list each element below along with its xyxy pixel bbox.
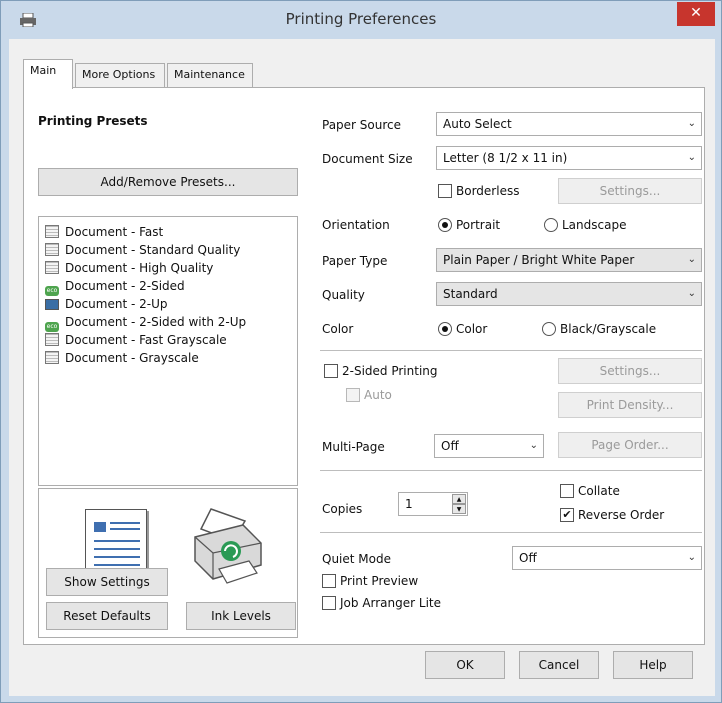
document-size-label: Document Size: [322, 152, 413, 166]
two-up-icon: [45, 299, 59, 310]
presets-list[interactable]: Document - Fast Document - Standard Qual…: [38, 216, 298, 486]
auto-checkbox[interactable]: [346, 388, 360, 402]
landscape-label: Landscape: [562, 218, 627, 232]
show-settings-button[interactable]: Show Settings: [46, 568, 168, 596]
document-size-select[interactable]: Letter (8 1/2 x 11 in) ⌄: [436, 146, 702, 170]
copies-label: Copies: [322, 502, 363, 516]
tab-more-options[interactable]: More Options: [75, 63, 165, 87]
print-density-button[interactable]: Print Density...: [558, 392, 702, 418]
window-title: Printing Preferences: [285, 10, 437, 28]
chevron-up-icon[interactable]: ▲: [452, 494, 466, 504]
multi-page-select[interactable]: Off ⌄: [434, 434, 544, 458]
eco-icon: eco: [45, 322, 59, 332]
tab-main[interactable]: Main: [23, 59, 73, 89]
help-button[interactable]: Help: [613, 651, 693, 679]
reset-defaults-button[interactable]: Reset Defaults: [46, 602, 168, 630]
job-arranger-lite-checkbox[interactable]: [322, 596, 336, 610]
list-item[interactable]: eco Document - 2-Sided with 2-Up: [45, 315, 246, 333]
landscape-radio[interactable]: [544, 218, 558, 232]
chevron-down-icon[interactable]: ▼: [452, 504, 466, 514]
borderless-settings-button[interactable]: Settings...: [558, 178, 702, 204]
collate-label: Collate: [578, 484, 620, 498]
list-item[interactable]: Document - Fast: [45, 225, 163, 243]
checkmark-icon: ✔: [562, 508, 572, 521]
list-item[interactable]: Document - High Quality: [45, 261, 213, 279]
two-sided-printing-label: 2-Sided Printing: [342, 364, 438, 378]
portrait-radio[interactable]: [438, 218, 452, 232]
cancel-button[interactable]: Cancel: [519, 651, 599, 679]
two-sided-printing-checkbox[interactable]: [324, 364, 338, 378]
borderless-checkbox[interactable]: [438, 184, 452, 198]
print-preview-label: Print Preview: [340, 574, 419, 588]
reverse-order-checkbox[interactable]: ✔: [560, 508, 574, 522]
orientation-label: Orientation: [322, 218, 390, 232]
chevron-down-icon: ⌄: [529, 440, 538, 451]
color-radio[interactable]: [438, 322, 452, 336]
close-icon: ✕: [690, 5, 702, 21]
color-label: Color: [322, 322, 354, 336]
paper-source-label: Paper Source: [322, 118, 402, 132]
document-icon: [45, 351, 59, 364]
divider: [320, 470, 702, 471]
printing-presets-heading: Printing Presets: [38, 114, 148, 128]
main-tab-panel: Printing Presets Add/Remove Presets... D…: [23, 87, 705, 645]
document-icon: [45, 225, 59, 238]
tab-maintenance[interactable]: Maintenance: [167, 63, 253, 87]
collate-checkbox[interactable]: [560, 484, 574, 498]
auto-label: Auto: [364, 388, 392, 402]
quality-select[interactable]: Standard ⌄: [436, 282, 702, 306]
paper-source-select[interactable]: Auto Select ⌄: [436, 112, 702, 136]
paper-type-select[interactable]: Plain Paper / Bright White Paper ⌄: [436, 248, 702, 272]
chevron-down-icon: ⌄: [687, 118, 696, 129]
divider: [320, 532, 702, 533]
copies-stepper[interactable]: 1 ▲ ▼: [398, 492, 468, 516]
color-option-label: Color: [456, 322, 488, 336]
title-bar[interactable]: Printing Preferences ✕: [1, 1, 721, 39]
ink-levels-button[interactable]: Ink Levels: [186, 602, 296, 630]
quiet-mode-select[interactable]: Off ⌄: [512, 546, 702, 570]
dialog-body: Main More Options Maintenance Printing P…: [9, 39, 715, 696]
list-item[interactable]: Document - Grayscale: [45, 351, 199, 369]
portrait-label: Portrait: [456, 218, 501, 232]
quality-label: Quality: [322, 288, 365, 302]
document-icon: [45, 261, 59, 274]
close-button[interactable]: ✕: [677, 2, 715, 26]
black-grayscale-radio[interactable]: [542, 322, 556, 336]
borderless-label: Borderless: [456, 184, 520, 198]
ok-button[interactable]: OK: [425, 651, 505, 679]
print-preview-checkbox[interactable]: [322, 574, 336, 588]
copies-value: 1: [405, 497, 413, 511]
quiet-mode-label: Quiet Mode: [322, 552, 391, 566]
page-order-button[interactable]: Page Order...: [558, 432, 702, 458]
add-remove-presets-button[interactable]: Add/Remove Presets...: [38, 168, 298, 196]
list-item[interactable]: Document - Standard Quality: [45, 243, 240, 261]
list-item[interactable]: eco Document - 2-Sided: [45, 279, 185, 297]
document-icon: [45, 333, 59, 346]
printing-preferences-window: Printing Preferences ✕ Main More Options…: [0, 0, 722, 703]
black-grayscale-label: Black/Grayscale: [560, 322, 657, 336]
chevron-down-icon: ⌄: [687, 152, 696, 163]
reverse-order-label: Reverse Order: [578, 508, 665, 522]
list-item[interactable]: Document - Fast Grayscale: [45, 333, 227, 351]
chevron-down-icon: ⌄: [687, 288, 696, 299]
chevron-down-icon: ⌄: [687, 254, 696, 265]
list-item[interactable]: Document - 2-Up: [45, 297, 168, 315]
multi-page-label: Multi-Page: [322, 440, 385, 454]
eco-icon: eco: [45, 286, 59, 296]
document-icon: [45, 243, 59, 256]
paper-type-label: Paper Type: [322, 254, 388, 268]
chevron-down-icon: ⌄: [687, 552, 696, 563]
two-sided-settings-button[interactable]: Settings...: [558, 358, 702, 384]
job-arranger-lite-label: Job Arranger Lite: [340, 596, 441, 610]
divider: [320, 350, 702, 351]
printer-illustration-icon: [194, 508, 262, 584]
